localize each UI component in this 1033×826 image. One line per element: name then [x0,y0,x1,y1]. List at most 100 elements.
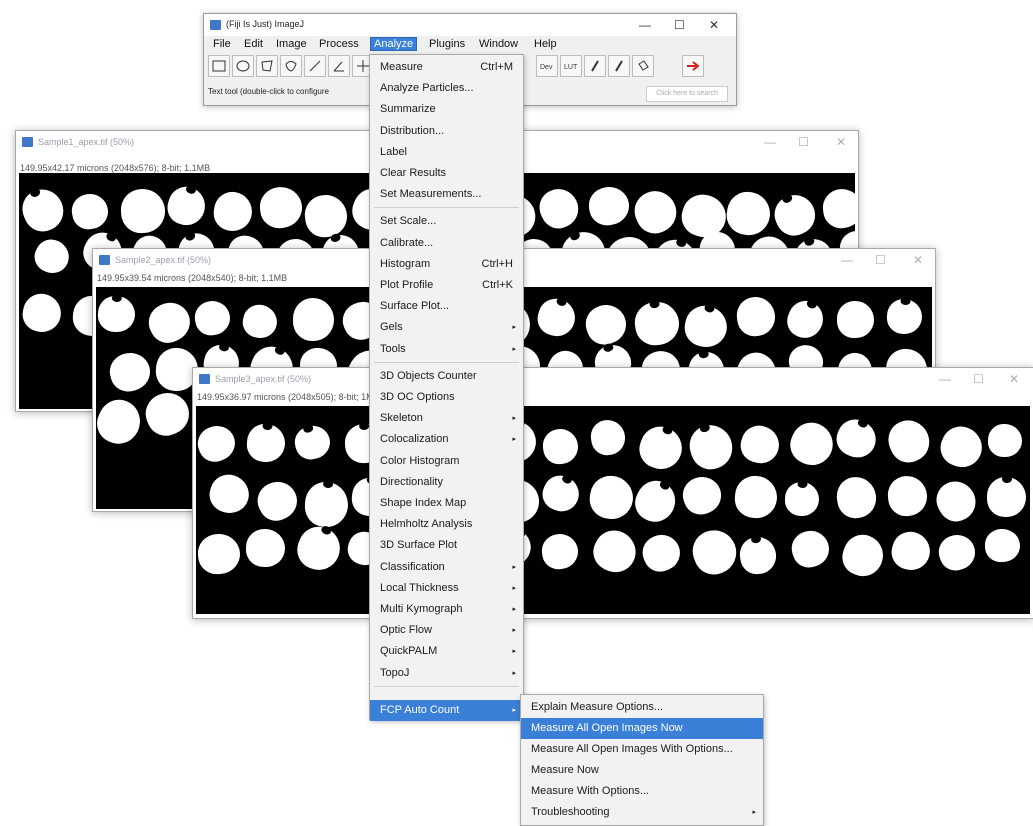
fiji-icon [22,137,33,147]
menu-item-analyze-particles[interactable]: Analyze Particles... [370,78,523,99]
menu-item-label: Gels [380,321,403,333]
cell-blob [119,188,165,234]
image-canvas[interactable] [196,406,1030,614]
menu-item-quickpalm[interactable]: QuickPALM▸ [370,641,523,662]
menu-item-clear-results[interactable]: Clear Results [370,163,523,184]
menu-window[interactable]: Window [476,38,521,50]
cell-blob [832,414,882,463]
submenu-item-measure-now[interactable]: Measure Now [521,760,763,781]
cell-notch [184,231,196,242]
menu-item-measure[interactable]: MeasureCtrl+M [370,57,523,78]
maximize-button[interactable]: ☐ [798,135,809,149]
menu-process[interactable]: Process [316,38,362,50]
submenu-item-explain-measure-options[interactable]: Explain Measure Options... [521,697,763,718]
cell-notch [703,303,714,313]
menu-item-label[interactable]: Label [370,142,523,163]
menu-item-label: 3D Objects Counter [380,370,477,382]
menu-item-label: Measure All Open Images Now [531,722,683,734]
menu-item-3d-oc-options[interactable]: 3D OC Options [370,387,523,408]
submenu-arrow-icon: ▸ [512,557,516,578]
close-button[interactable]: ✕ [1009,372,1019,386]
cell-blob [787,526,833,572]
cell-blob [585,183,631,228]
minimize-button[interactable]: — [939,372,951,386]
menu-item-classification[interactable]: Classification ▸ [370,557,523,578]
cell-blob [302,192,349,240]
cell-blob [686,523,742,579]
title-bar[interactable]: (Fiji Is Just) ImageJ — ☐ ✕ [204,14,736,36]
minimize-button[interactable]: — [841,253,853,267]
minimize-button[interactable]: — [764,135,776,149]
menu-item-colocalization[interactable]: Colocalization▸ [370,429,523,450]
cell-notch [661,425,673,436]
menu-edit[interactable]: Edit [241,38,266,50]
menu-item-label: Classification [380,561,445,573]
oval-tool[interactable] [232,55,254,77]
menu-item-gels[interactable]: Gels ▸ [370,317,523,338]
cell-blob [211,189,255,233]
freehand-tool[interactable] [280,55,302,77]
menu-item-topoj[interactable]: TopoJ▸ [370,663,523,684]
menu-item-skeleton[interactable]: Skeleton▸ [370,408,523,429]
cell-blob [541,427,579,465]
menu-item-summarize[interactable]: Summarize [370,99,523,120]
close-button[interactable]: ✕ [709,18,719,32]
more-tools-arrow-icon[interactable] [682,55,704,77]
menu-item-label: Directionality [380,476,443,488]
close-button[interactable]: ✕ [836,135,846,149]
menu-item-histogram[interactable]: HistogramCtrl+H [370,254,523,275]
dev-tool[interactable]: Dev [536,55,558,77]
submenu-arrow-icon: ▸ [512,599,516,620]
rectangle-tool[interactable] [208,55,230,77]
menu-item-shape-index-map[interactable]: Shape Index Map [370,493,523,514]
title-bar[interactable]: Sample3_apex.tif (50%) — ☐ ✕ [193,368,1033,392]
menu-item-local-thickness[interactable]: Local Thickness▸ [370,578,523,599]
menu-item-3d-surface-plot[interactable]: 3D Surface Plot [370,535,523,556]
menu-item-fcp-auto-count[interactable]: FCP Auto Count▸ [370,700,523,721]
menu-image[interactable]: Image [273,38,310,50]
lut-tool[interactable]: LUT [560,55,582,77]
submenu-item-measure-with-options[interactable]: Measure With Options... [521,781,763,802]
submenu-item-measure-all-open-images-now[interactable]: Measure All Open Images Now [521,718,763,739]
menu-item-label: Clear Results [380,167,446,179]
cell-notch [806,299,818,310]
menu-item-label: Analyze Particles... [380,82,474,94]
menu-item-helmholtz-analysis[interactable]: Helmholtz Analysis [370,514,523,535]
menu-item-directionality[interactable]: Directionality [370,472,523,493]
menu-item-tools[interactable]: Tools▸ [370,339,523,360]
submenu-arrow-icon: ▸ [512,317,516,338]
maximize-button[interactable]: ☐ [973,372,984,386]
brush-tool[interactable] [608,55,630,77]
menu-item-set-scale[interactable]: Set Scale... [370,211,523,232]
submenu-arrow-icon: ▸ [512,339,516,360]
menu-item-set-measurements[interactable]: Set Measurements... [370,184,523,205]
menu-item-3d-objects-counter[interactable]: 3D Objects Counter [370,366,523,387]
shortcut-label: Ctrl+K [482,275,513,296]
menu-help[interactable]: Help [531,38,560,50]
minimize-button[interactable]: — [639,18,651,32]
maximize-button[interactable]: ☐ [875,253,886,267]
menu-item-color-histogram[interactable]: Color Histogram [370,451,523,472]
line-tool[interactable] [304,55,326,77]
menu-file[interactable]: File [210,38,234,50]
maximize-button[interactable]: ☐ [674,18,685,32]
submenu-item-measure-all-open-images-with-options[interactable]: Measure All Open Images With Options... [521,739,763,760]
menu-item-surface-plot[interactable]: Surface Plot... [370,296,523,317]
image-window-3[interactable]: Sample3_apex.tif (50%) — ☐ ✕ 149.95x36.9… [192,367,1033,619]
menu-item-calibrate[interactable]: Calibrate... [370,233,523,254]
close-button[interactable]: ✕ [913,253,923,267]
angle-tool[interactable] [328,55,350,77]
polygon-tool[interactable] [256,55,278,77]
menu-item-optic-flow[interactable]: Optic Flow▸ [370,620,523,641]
menu-item-multi-kymograph[interactable]: Multi Kymograph▸ [370,599,523,620]
menu-item-plot-profile[interactable]: Plot ProfileCtrl+K [370,275,523,296]
cell-blob [628,475,682,530]
menu-plugins[interactable]: Plugins [426,38,468,50]
pencil-tool[interactable] [584,55,606,77]
menu-analyze[interactable]: Analyze [370,37,417,51]
cell-blob [821,187,855,230]
flood-fill-tool[interactable] [632,55,654,77]
search-box[interactable]: Click here to search [646,86,728,102]
cell-blob [736,421,783,467]
menu-item-distribution[interactable]: Distribution... [370,121,523,142]
